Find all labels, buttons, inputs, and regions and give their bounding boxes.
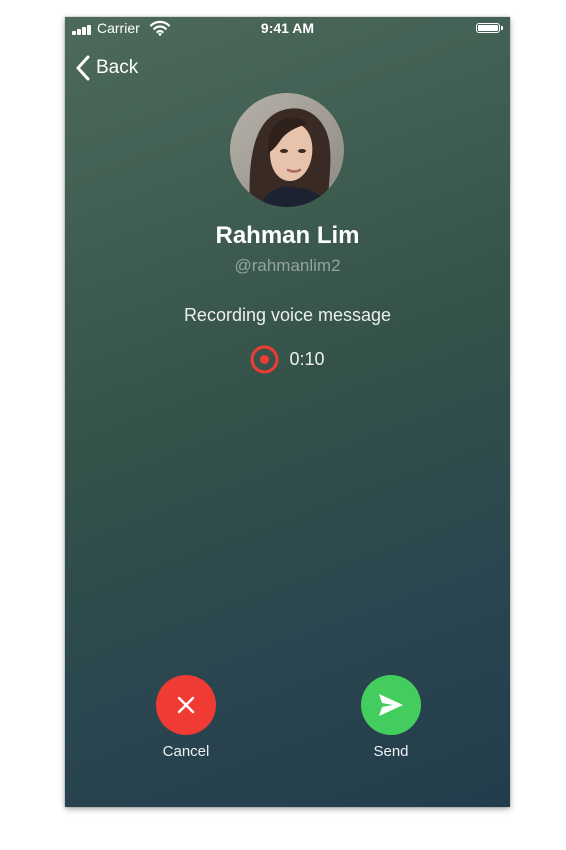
back-button[interactable]: Back (75, 54, 138, 82)
send-button[interactable] (361, 675, 421, 735)
recording-timer: 0:10 (65, 345, 510, 374)
contact-handle: @rahmanlim2 (234, 256, 341, 275)
status-time: 9:41 AM (260, 20, 315, 36)
cancel-label: Cancel (162, 743, 210, 760)
chevron-left-icon (76, 55, 90, 81)
record-icon (250, 345, 279, 374)
voice-message-screen: Carrier 9:41 AM Back Rahman Lim @rahmanl… (65, 17, 510, 807)
cancel-button[interactable] (156, 675, 216, 735)
status-bar: Carrier 9:41 AM (65, 17, 510, 39)
send-icon (379, 694, 403, 716)
recording-status: Recording voice message (183, 305, 392, 325)
cancel-action: Cancel (146, 675, 226, 760)
close-icon (177, 696, 195, 714)
avatar (230, 93, 344, 207)
send-label: Send (373, 743, 409, 760)
battery-icon (476, 23, 503, 33)
back-label: Back (96, 57, 139, 78)
send-action: Send (351, 675, 431, 760)
contact-name: Rahman Lim (215, 222, 360, 249)
elapsed-time: 0:10 (289, 349, 325, 369)
